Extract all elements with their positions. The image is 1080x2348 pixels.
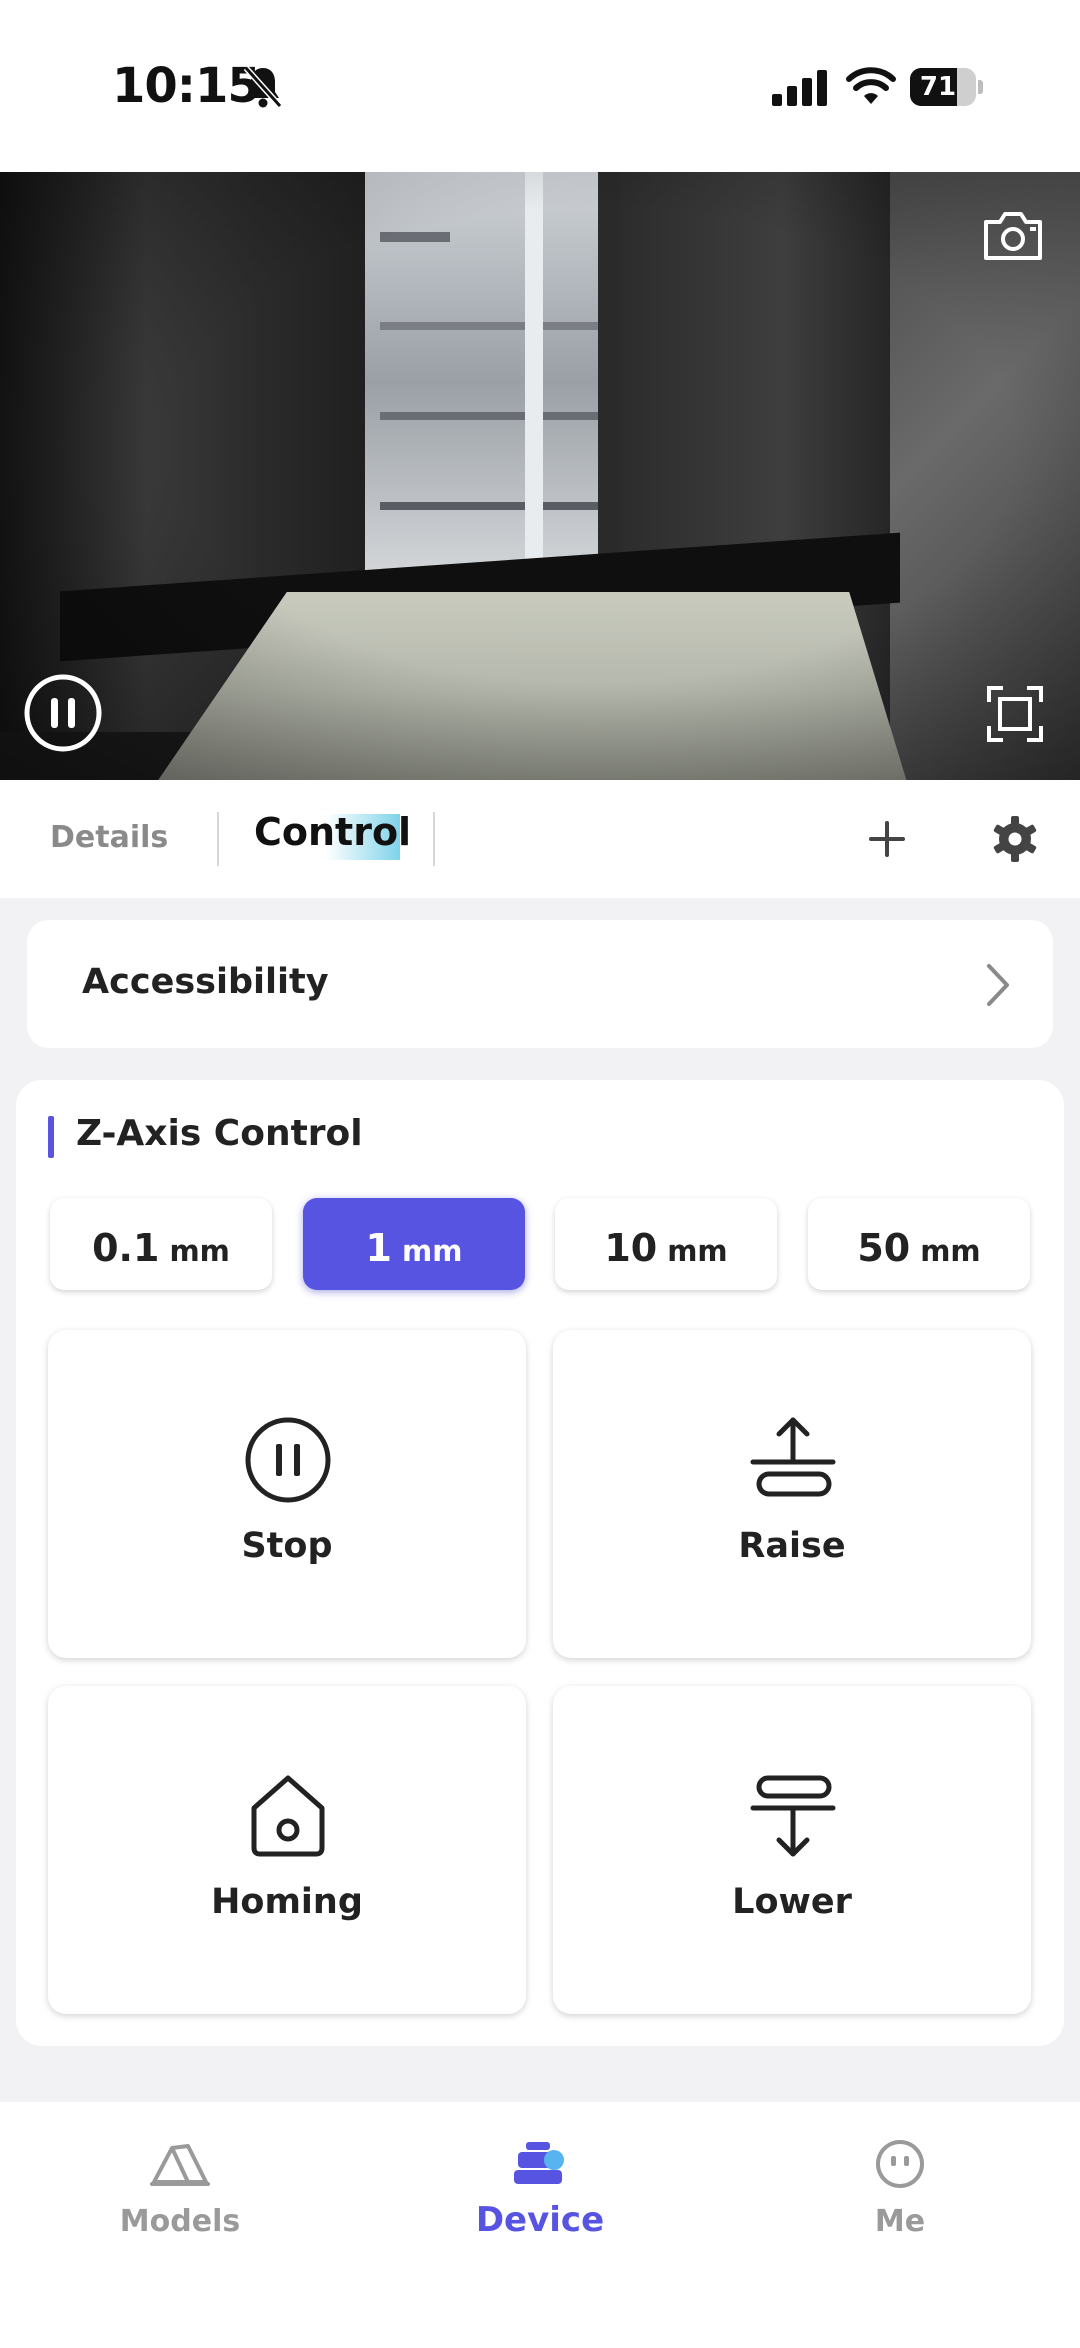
- models-icon: [150, 2144, 210, 2186]
- signal-icon: [772, 70, 827, 106]
- step-unit: mm: [667, 1234, 728, 1268]
- battery-percent: 71: [919, 72, 957, 102]
- nav-models[interactable]: Models: [50, 2132, 310, 2252]
- tab-bar: Details Control: [0, 780, 1080, 898]
- me-icon: [876, 2140, 924, 2188]
- tab-divider: [433, 812, 435, 866]
- camera-snapshot-icon[interactable]: [980, 208, 1046, 264]
- accessibility-row[interactable]: Accessibility: [27, 920, 1053, 1048]
- chevron-right-icon: [987, 964, 1009, 1006]
- step-10mm-button[interactable]: 10 mm: [555, 1198, 777, 1290]
- gear-icon[interactable]: [990, 814, 1040, 864]
- step-0.1mm-button[interactable]: 0.1 mm: [50, 1198, 272, 1290]
- bottom-nav: Models Device Me: [0, 2102, 1080, 2348]
- bell-slash-icon: [243, 65, 283, 109]
- stop-label: Stop: [241, 1526, 333, 1566]
- z-axis-control-card: Z-Axis Control 0.1 mm 1 mm 10 mm 50 mm S…: [16, 1080, 1064, 2046]
- pause-circle-icon[interactable]: [22, 672, 104, 754]
- camera-feed[interactable]: [0, 172, 1080, 780]
- section-accent-bar: [48, 1116, 54, 1158]
- battery-icon: 71: [910, 68, 984, 106]
- device-icon: [514, 2142, 564, 2184]
- nav-label: Models: [119, 2204, 241, 2239]
- lower-button[interactable]: Lower: [553, 1686, 1031, 2014]
- raise-button[interactable]: Raise: [553, 1330, 1031, 1658]
- homing-label: Homing: [211, 1882, 363, 1922]
- step-1mm-button[interactable]: 1 mm: [303, 1198, 525, 1290]
- status-bar: 10:15 71: [0, 0, 1080, 172]
- fullscreen-icon[interactable]: [985, 684, 1045, 744]
- step-unit: mm: [169, 1234, 230, 1268]
- raise-label: Raise: [738, 1526, 846, 1566]
- nav-me[interactable]: Me: [770, 2132, 1030, 2252]
- tab-details[interactable]: Details: [50, 820, 168, 855]
- step-value: 0.1: [92, 1226, 160, 1270]
- raise-icon: [750, 1417, 836, 1497]
- tab-control[interactable]: Control: [254, 810, 411, 854]
- wifi-icon: [846, 67, 896, 104]
- nav-label: Me: [874, 2204, 926, 2239]
- homing-button[interactable]: Homing: [48, 1686, 526, 2014]
- accessibility-label: Accessibility: [82, 962, 329, 1002]
- stop-button[interactable]: Stop: [48, 1330, 526, 1658]
- section-title: Z-Axis Control: [76, 1113, 363, 1154]
- step-unit: mm: [402, 1234, 463, 1268]
- lower-icon: [750, 1775, 836, 1857]
- nav-label: Device: [475, 2200, 605, 2240]
- nav-device[interactable]: Device: [410, 2132, 670, 2252]
- status-time: 10:15: [112, 58, 261, 114]
- plus-icon[interactable]: [862, 814, 912, 864]
- step-unit: mm: [920, 1234, 981, 1268]
- home-indicator: [360, 2318, 720, 2328]
- lower-label: Lower: [732, 1882, 852, 1922]
- step-value: 1: [365, 1226, 392, 1270]
- step-value: 10: [604, 1226, 658, 1270]
- pause-circle-icon: [245, 1417, 331, 1503]
- step-value: 50: [857, 1226, 911, 1270]
- tab-divider: [217, 812, 219, 866]
- home-icon: [251, 1775, 325, 1857]
- step-50mm-button[interactable]: 50 mm: [808, 1198, 1030, 1290]
